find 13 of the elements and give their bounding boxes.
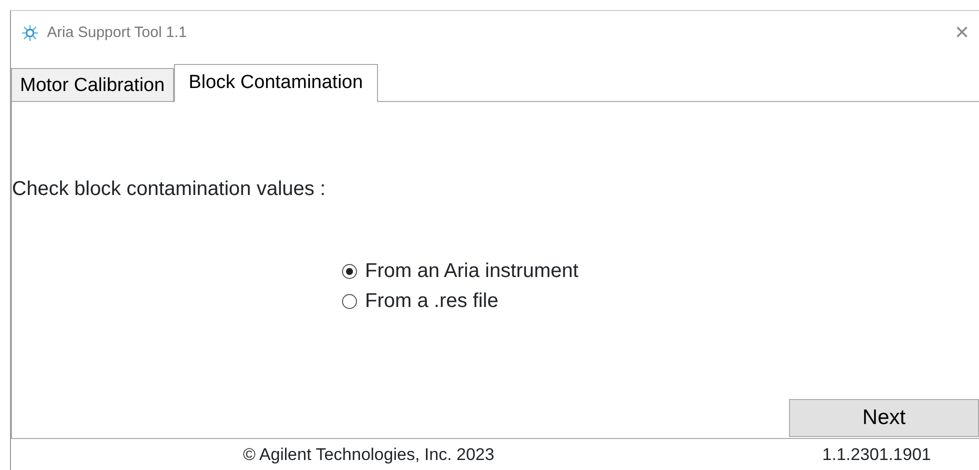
close-button[interactable]: × <box>948 21 975 45</box>
radio-label[interactable]: From an Aria instrument <box>365 256 578 286</box>
prompt-label: Check block contamination values : <box>12 177 326 202</box>
radio-button[interactable] <box>342 264 357 278</box>
radio-button[interactable] <box>342 294 357 308</box>
app-icon <box>21 24 39 42</box>
tab[interactable]: Block Contamination <box>174 64 378 102</box>
tab[interactable]: Motor Calibration <box>11 68 174 101</box>
radio-label[interactable]: From a .res file <box>365 286 498 316</box>
next-button[interactable]: Next <box>789 399 979 437</box>
window-title: Aria Support Tool 1.1 <box>47 22 187 43</box>
copyright-text: © Agilent Technologies, Inc. 2023 <box>243 444 494 466</box>
version-text: 1.1.2301.1901 <box>822 444 931 466</box>
